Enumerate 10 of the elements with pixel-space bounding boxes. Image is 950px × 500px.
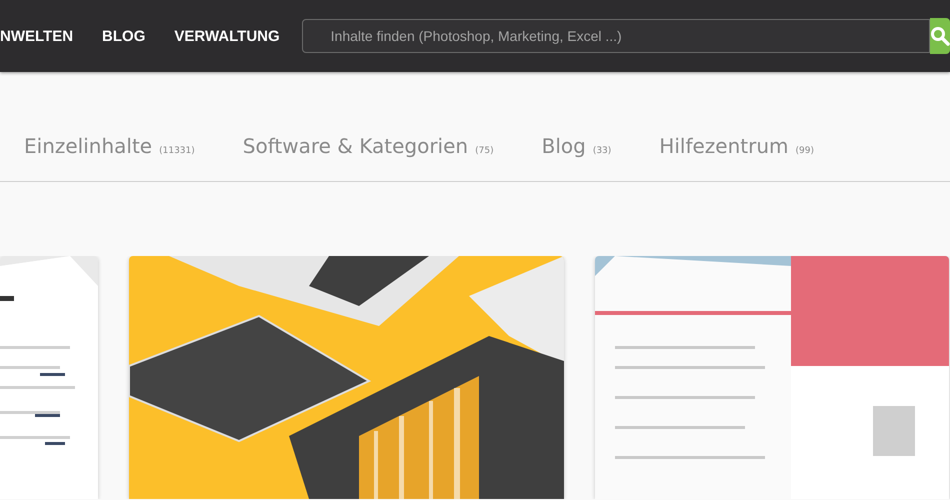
category-tab[interactable]: Einzelinhalte (11331)	[24, 134, 195, 174]
category-tab[interactable]: Software & Kategorien (75)	[242, 134, 494, 174]
search-button[interactable]	[930, 18, 950, 54]
nav-link[interactable]: NWELTEN	[0, 28, 74, 44]
nav-link[interactable]: VERWALTUNG	[174, 28, 280, 44]
search-icon	[930, 26, 950, 46]
category-tab[interactable]: Blog (33)	[542, 134, 612, 174]
nav-link[interactable]: BLOG	[102, 28, 146, 44]
category-tab[interactable]: Hilfezentrum (99)	[659, 134, 814, 174]
search-field[interactable]: Inhalte finden (Photoshop, Marketing, Excel ...)	[302, 19, 930, 53]
